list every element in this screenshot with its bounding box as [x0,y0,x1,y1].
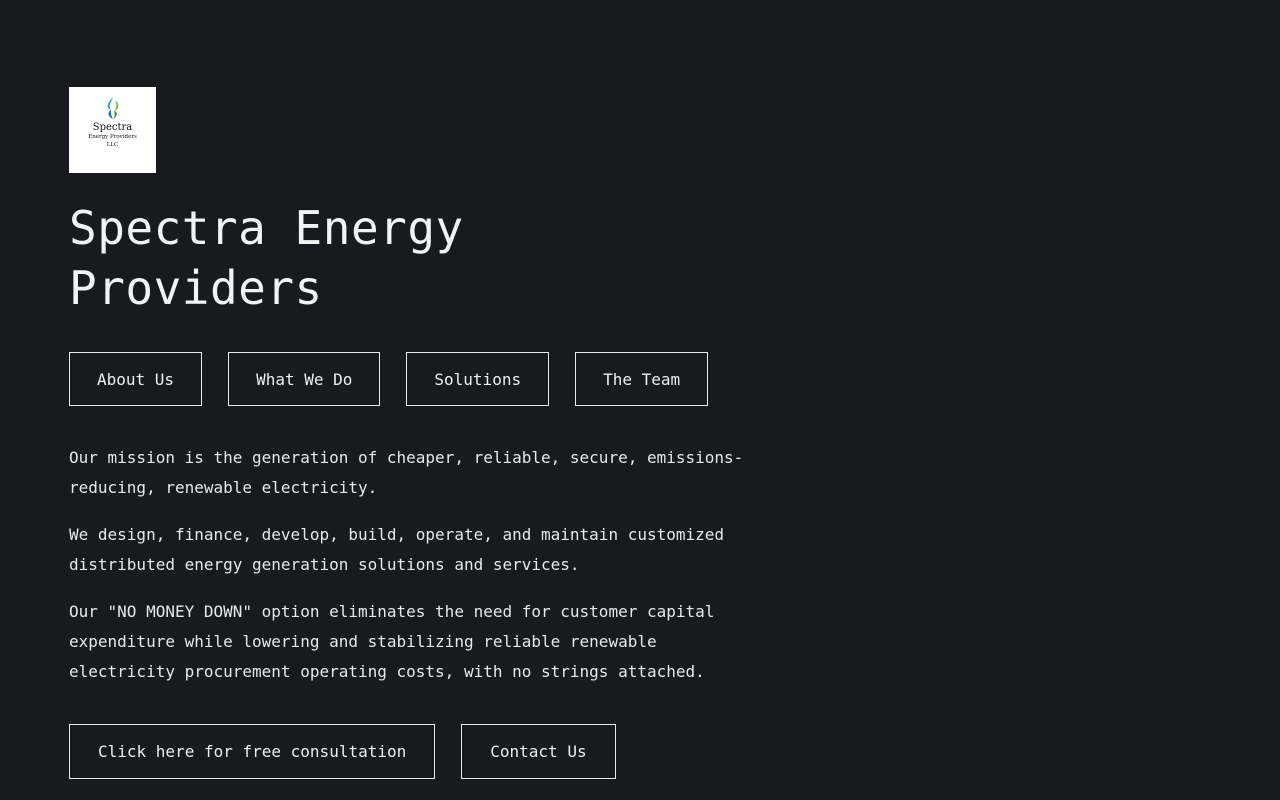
nav-about-us-button[interactable]: About Us [69,352,203,406]
logo-subtitle-line1: Energy Providers [88,134,137,140]
leaf-drop-icon [107,97,118,119]
logo-subtitle: Energy Providers LLC [88,133,137,149]
free-consultation-button[interactable]: Click here for free consultation [69,724,436,779]
main-nav: About Us What We Do Solutions The Team [69,352,709,406]
company-logo[interactable]: Spectra Energy Providers LLC [69,87,156,173]
mission-paragraph: Our mission is the generation of cheaper… [69,448,744,497]
logo-subtitle-line2: LLC [106,142,119,148]
cta-group: Click here for free consultation Contact… [69,724,616,779]
nav-what-we-do-button[interactable]: What We Do [228,352,381,406]
contact-us-button[interactable]: Contact Us [461,724,616,779]
page-title: Spectra Energy Providers [69,201,464,315]
nav-the-team-button[interactable]: The Team [575,352,709,406]
no-money-down-paragraph: Our "NO MONEY DOWN" option eliminates th… [69,602,715,681]
nav-solutions-button[interactable]: Solutions [406,352,550,406]
page: Spectra Energy Providers LLC Spectra Ene… [0,0,1280,800]
logo-name: Spectra [92,122,133,133]
services-paragraph: We design, finance, develop, build, oper… [69,525,725,574]
mission-section: Our mission is the generation of cheaper… [69,443,769,704]
